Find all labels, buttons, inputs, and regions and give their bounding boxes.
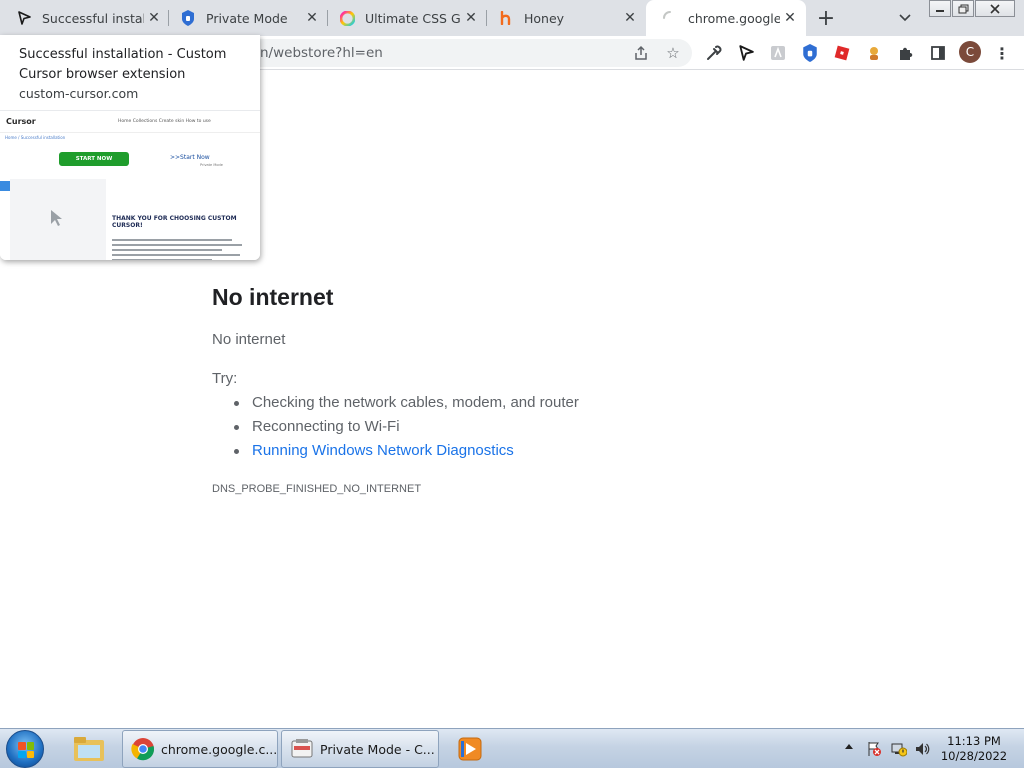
extensions-puzzle-icon[interactable] — [896, 43, 916, 63]
thumbnail-start-link: >>Start Now — [170, 154, 210, 161]
action-center-flag-icon[interactable] — [866, 741, 882, 757]
chrome-icon — [131, 737, 155, 761]
thumbnail-breadcrumb: Home / Successful installation — [5, 135, 66, 140]
tab-ultimate-css-gradient[interactable]: Ultimate CSS Grac ✕ — [323, 0, 487, 36]
tab-hover-preview: Successful installation - Custom Cursor … — [0, 35, 260, 260]
profile-avatar[interactable]: C — [959, 41, 981, 63]
suggestion-reconnect-wifi: Reconnecting to Wi-Fi — [234, 417, 579, 441]
close-tab-icon[interactable]: ✕ — [302, 8, 322, 28]
tab-successful-installation[interactable]: Successful installa ✕ — [0, 0, 170, 36]
media-player-icon — [458, 737, 482, 761]
address-bar[interactable]: n/webstore?hl=en ☆ — [200, 39, 692, 67]
close-window-button[interactable] — [975, 0, 1015, 17]
thumbnail-start-button: START NOW — [59, 152, 129, 166]
taskbar-task-label: Private Mode - C... — [320, 741, 435, 757]
error-message: No internet — [212, 331, 286, 348]
suggestion-list: Checking the network cables, modem, and … — [234, 393, 579, 465]
system-clock[interactable]: 11:13 PM 10/28/2022 — [940, 734, 1008, 764]
thumbnail-cursor-preview-area — [10, 179, 106, 260]
private-mode-icon — [180, 10, 196, 26]
show-hidden-icons-arrow[interactable] — [845, 744, 853, 749]
suggestion-check-cables: Checking the network cables, modem, and … — [234, 393, 579, 417]
custom-cursor-icon — [16, 10, 32, 26]
error-code: DNS_PROBE_FINISHED_NO_INTERNET — [212, 483, 422, 495]
folder-icon — [74, 737, 104, 761]
private-mode-extension-icon[interactable] — [800, 43, 820, 63]
grayscale-extension-icon[interactable] — [768, 43, 788, 63]
tab-title: Honey — [524, 10, 565, 26]
close-tab-icon[interactable]: ✕ — [144, 8, 164, 28]
try-label: Try: — [212, 370, 238, 387]
clock-date: 10/28/2022 — [940, 749, 1008, 763]
tab-chrome-google-active[interactable]: chrome.google.cc ✕ — [646, 0, 806, 36]
bookmark-star-icon[interactable]: ☆ — [664, 44, 682, 62]
tab-search-chevron-icon[interactable] — [894, 7, 916, 29]
loading-spinner-icon — [662, 10, 678, 26]
minimize-button[interactable] — [929, 0, 951, 17]
error-title: No internet — [212, 284, 334, 310]
character-extension-icon[interactable] — [864, 43, 884, 63]
taskbar-private-mode-window[interactable]: Private Mode - C... — [281, 730, 439, 768]
close-tab-icon[interactable]: ✕ — [461, 8, 481, 28]
eyedropper-extension-icon[interactable] — [704, 43, 724, 63]
honey-icon — [498, 10, 514, 26]
close-tab-icon[interactable]: ✕ — [620, 8, 640, 28]
new-tab-button[interactable]: + — [814, 6, 838, 31]
thumbnail-cursor-icon — [51, 210, 62, 226]
side-panel-icon[interactable] — [928, 43, 948, 63]
restore-button[interactable] — [952, 0, 974, 17]
tab-title: Private Mode — [206, 10, 288, 26]
address-bar-url[interactable]: n/webstore?hl=en — [260, 45, 383, 61]
tab-title: Successful installa — [42, 10, 144, 26]
file-explorer-pinned[interactable] — [62, 732, 116, 766]
network-disconnected-icon[interactable] — [891, 741, 907, 757]
custom-cursor-extension-icon[interactable] — [736, 43, 756, 63]
preview-thumbnail: Cursor Home Collections Create skin How … — [0, 110, 260, 260]
close-tab-icon[interactable]: ✕ — [780, 8, 800, 28]
volume-speaker-icon[interactable] — [914, 741, 930, 757]
thumbnail-logo: Cursor — [6, 117, 36, 126]
tab-private-mode[interactable]: Private Mode ✕ — [164, 0, 328, 36]
taskbar-chrome-window[interactable]: chrome.google.c... — [122, 730, 278, 768]
windows-logo-icon — [18, 742, 34, 758]
more-menu-icon[interactable]: ⋮ — [994, 42, 1010, 64]
windows-taskbar: chrome.google.c... Private Mode - C... 1… — [0, 728, 1024, 768]
tab-honey[interactable]: Honey ✕ — [482, 0, 646, 36]
thumbnail-nav-links: Home Collections Create skin How to use — [118, 119, 211, 124]
thumbnail-badge — [0, 181, 10, 191]
preview-title: Successful installation - Custom Cursor … — [19, 47, 227, 82]
thumbnail-start-sub: Private Mode — [200, 163, 223, 167]
media-player-pinned[interactable] — [443, 732, 497, 766]
paint-icon — [290, 737, 314, 761]
tab-title: Ultimate CSS Grac — [365, 10, 461, 26]
preview-domain: custom-cursor.com — [19, 86, 139, 101]
thumbnail-navbar: Cursor Home Collections Create skin How … — [0, 111, 260, 133]
network-diagnostics-link[interactable]: Running Windows Network Diagnostics — [234, 441, 579, 465]
share-icon[interactable] — [632, 44, 650, 62]
thumbnail-heading: THANK YOU FOR CHOOSING CUSTOM CURSOR! — [112, 215, 237, 229]
clock-time: 11:13 PM — [947, 734, 1001, 748]
tab-strip: Successful installa ✕ Private Mode ✕ Ult… — [0, 0, 1024, 36]
start-button[interactable] — [6, 730, 44, 768]
css-gradient-icon — [339, 10, 355, 26]
tab-title: chrome.google.cc — [688, 10, 780, 26]
roblox-extension-icon[interactable] — [832, 43, 852, 63]
window-controls — [928, 0, 1015, 18]
thumbnail-paragraph-lines — [112, 239, 252, 260]
taskbar-task-label: chrome.google.c... — [161, 741, 278, 757]
